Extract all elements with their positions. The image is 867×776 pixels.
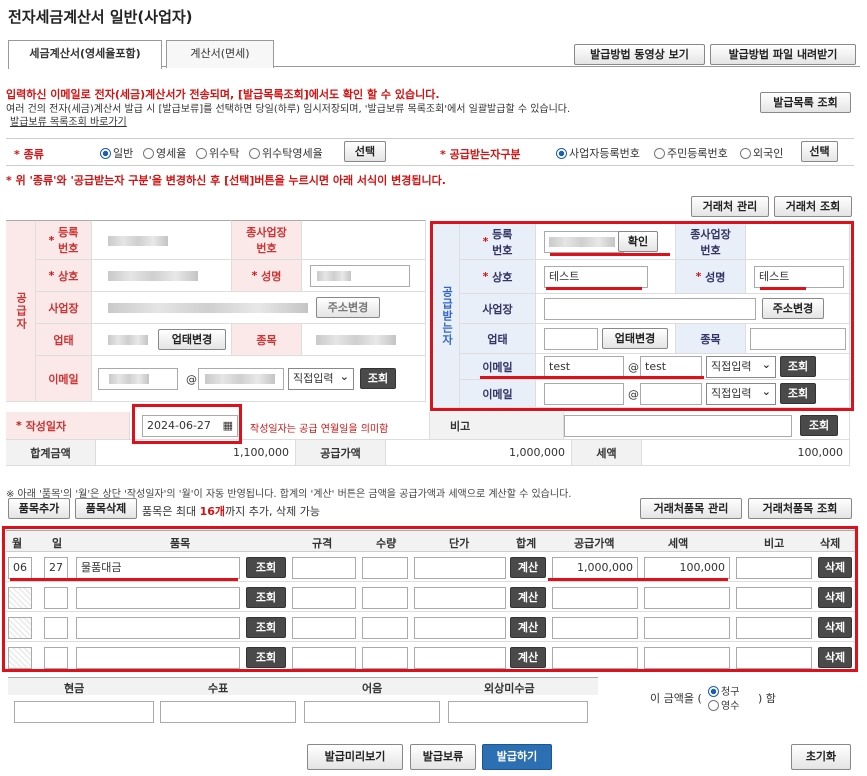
radio-claim[interactable]: 청구 xyxy=(708,683,739,698)
issue-button[interactable]: 발급하기 xyxy=(482,744,552,770)
reset-button[interactable]: 초기화 xyxy=(791,744,851,770)
form-change-warning: * 위 '종류'와 '공급받는자 구분'을 변경하신 후 [선택]버튼을 누르시… xyxy=(6,174,446,187)
payment-note-label: 어음 xyxy=(362,682,383,695)
supplier-regno-label: * 등록 번호 xyxy=(36,220,92,260)
payment-check-label: 수표 xyxy=(208,682,229,695)
type-radio-general[interactable]: 일반 xyxy=(100,145,133,161)
partner-item-search-button[interactable]: 거래처품목 조회 xyxy=(748,498,852,519)
type-radio-consign-zero[interactable]: 위수탁영세율 xyxy=(249,145,323,161)
tax-value: 100,000 xyxy=(642,440,850,466)
note-search-button[interactable]: 조회 xyxy=(800,415,838,436)
supplier-branch-label: 종사업장 번호 xyxy=(232,220,302,260)
date-label: * 작성일자 xyxy=(6,412,130,440)
supplier-email-cell: @ 직접입력 조회 xyxy=(92,356,426,402)
download-guide-button[interactable]: 발급방법 파일 내려받기 xyxy=(710,44,856,65)
highlight-line xyxy=(10,578,238,581)
highlight-line xyxy=(480,376,704,379)
supplier-address-cell: 주소변경 xyxy=(92,292,426,324)
items-highlight-box xyxy=(2,526,858,672)
recipient-radio-foreigner[interactable]: 외국인 xyxy=(740,145,783,161)
highlight-line xyxy=(546,287,642,290)
type-select-button[interactable]: 선택 xyxy=(344,141,386,162)
type-radio-consign[interactable]: 위수탁 xyxy=(196,145,239,161)
total-value: 1,100,000 xyxy=(96,440,296,466)
video-guide-button[interactable]: 발급방법 동영상 보기 xyxy=(574,44,705,65)
supplier-branch-value xyxy=(302,220,426,260)
payment-credit-label: 외상미수금 xyxy=(484,682,535,695)
delete-item-button[interactable]: 품목삭제 xyxy=(75,498,137,519)
page-title: 전자세금계산서 일반(사업자) xyxy=(8,8,193,26)
note-cell: 조회 xyxy=(564,412,850,440)
recipient-select-button[interactable]: 선택 xyxy=(801,141,838,162)
highlight-line xyxy=(760,287,806,290)
tab-tax-invoice[interactable]: 세금계산서(영세율포함) xyxy=(8,40,162,69)
hold-list-link[interactable]: 발급보류 목록조회 바로가기 xyxy=(10,113,127,128)
issue-hold-button[interactable]: 발급보류 xyxy=(410,744,476,770)
date-hint: 작성일자는 공급 연월일을 의미함 xyxy=(250,424,389,435)
supplier-address-button[interactable]: 주소변경 xyxy=(316,297,380,318)
payment-cash-input[interactable] xyxy=(14,701,154,723)
tab-invoice[interactable]: 계산서(면세) xyxy=(166,40,274,68)
supplier-business-button[interactable]: 업태변경 xyxy=(158,329,226,350)
amount-suffix: ) 함 xyxy=(758,692,776,705)
supplier-ceo-input[interactable] xyxy=(310,265,410,287)
type-label: * 종류 xyxy=(14,148,44,161)
issue-preview-button[interactable]: 발급미리보기 xyxy=(307,744,403,770)
supplier-email-label: 이메일 xyxy=(36,356,92,402)
issued-list-button[interactable]: 발급목록 조회 xyxy=(760,92,851,113)
recipient-radio-resident[interactable]: 주민등록번호 xyxy=(654,145,728,161)
supplier-ceo-cell xyxy=(302,260,426,292)
date-highlight-box xyxy=(132,404,242,444)
recipient-type-label: * 공급받는자구분 xyxy=(440,148,521,161)
supplier-email-id[interactable] xyxy=(98,368,178,390)
at-sign: @ xyxy=(186,373,197,386)
supplier-item-label: 종목 xyxy=(232,324,302,356)
payment-cash-label: 현금 xyxy=(64,682,85,695)
supplier-item-value xyxy=(302,324,426,356)
payment-check-input[interactable] xyxy=(160,701,296,723)
recipient-radio-bizno[interactable]: 사업자등록번호 xyxy=(556,145,640,161)
note-label: 비고 xyxy=(430,412,564,440)
partner-manage-button[interactable]: 거래처 관리 xyxy=(691,196,769,217)
supply-value: 1,000,000 xyxy=(386,440,572,466)
add-item-button[interactable]: 품목추가 xyxy=(8,498,70,519)
supplier-side-label: 공급자 xyxy=(6,220,36,402)
supplier-name-label: * 상호 xyxy=(36,260,92,292)
radio-receipt[interactable]: 영수 xyxy=(708,697,739,712)
supplier-email-select[interactable]: 직접입력 xyxy=(288,367,354,390)
supplier-regno-value xyxy=(92,220,232,260)
supplier-business-label: 업태 xyxy=(36,324,92,356)
supplier-email-search-button[interactable]: 조회 xyxy=(360,368,396,389)
payment-note-input[interactable] xyxy=(304,701,440,723)
item-limit-text: 품목은 최대 16개까지 추가, 삭제 가능 xyxy=(142,505,320,518)
tax-label: 세액 xyxy=(572,440,642,466)
total-label: 합계금액 xyxy=(6,440,96,466)
note-input[interactable] xyxy=(564,415,792,437)
recipient-highlight-box xyxy=(430,221,854,411)
amount-prefix: 이 금액을 ( xyxy=(650,692,702,705)
partner-search-button[interactable]: 거래처 조회 xyxy=(774,196,852,217)
type-radio-zero-rate[interactable]: 영세율 xyxy=(143,145,186,161)
highlight-line xyxy=(548,578,728,581)
supplier-name-value[interactable] xyxy=(92,260,232,292)
payment-credit-input[interactable] xyxy=(448,701,588,723)
supplier-business-cell: 업태변경 xyxy=(92,324,232,356)
supplier-address-label: 사업장 xyxy=(36,292,92,324)
supply-label: 공급가액 xyxy=(296,440,386,466)
partner-item-manage-button[interactable]: 거래처품목 관리 xyxy=(640,498,742,519)
supplier-email-domain[interactable] xyxy=(198,368,284,390)
supplier-ceo-label: * 성명 xyxy=(232,260,302,292)
highlight-line xyxy=(550,253,670,256)
